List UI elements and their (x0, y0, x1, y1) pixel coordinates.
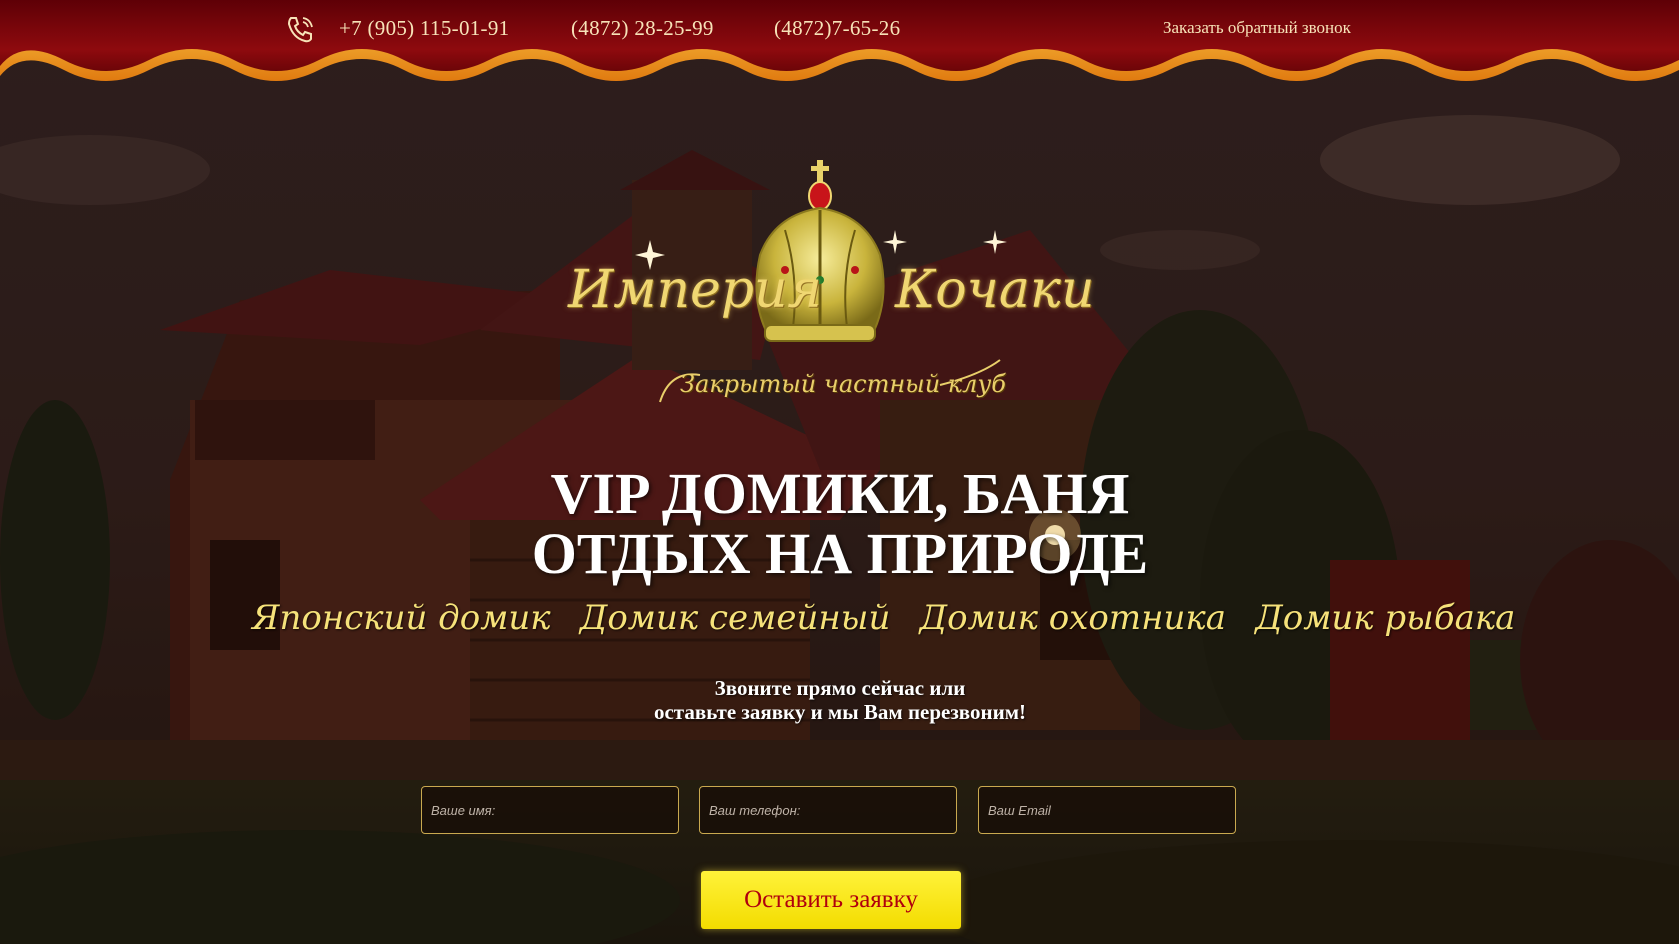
house-type-japanese[interactable]: Японский домик (252, 598, 551, 638)
cta-line-1: Звоните прямо сейчас или (714, 676, 966, 700)
house-type-fisherman[interactable]: Домик рыбака (1255, 598, 1515, 638)
name-input[interactable] (421, 786, 679, 834)
phone-number-mobile[interactable]: +7 (905) 115-01-91 (339, 16, 509, 41)
submit-request-button[interactable]: Оставить заявку (701, 871, 961, 929)
phone-number-city-1[interactable]: (4872) 28-25-99 (571, 16, 714, 41)
phone-input[interactable] (699, 786, 957, 834)
header-bar: +7 (905) 115-01-91 (4872) 28-25-99 (4872… (0, 0, 1679, 104)
hero-title: VIP ДОМИКИ, БАНЯ ОТДЫХ НА ПРИРОДЕ (340, 464, 1340, 584)
house-type-family[interactable]: Домик семейный (580, 598, 891, 638)
house-type-hunter[interactable]: Домик охотника (919, 598, 1226, 638)
callback-link[interactable]: Заказать обратный звонок (1163, 18, 1351, 38)
logo-subtitle: Закрытый частный клуб (680, 370, 1006, 398)
cta-line-2: оставьте заявку и мы Вам перезвоним! (653, 700, 1027, 724)
logo-word-left: Империя (568, 260, 822, 320)
call-to-action-text: Звоните прямо сейчас или оставьте заявку… (490, 676, 1190, 724)
phone-number-city-2[interactable]: (4872)7-65-26 (774, 16, 900, 41)
hero-title-line-1: VIP ДОМИКИ, БАНЯ (550, 461, 1130, 526)
house-types-list: Японский домик Домик семейный Домик охот… (240, 598, 1515, 638)
phone-icon (283, 12, 319, 48)
hero-title-line-2: ОТДЫХ НА ПРИРОДЕ (531, 521, 1149, 586)
logo: Империя Кочаки Закрытый частный клуб (560, 160, 1120, 430)
email-input[interactable] (978, 786, 1236, 834)
logo-word-right: Кочаки (895, 260, 1095, 320)
